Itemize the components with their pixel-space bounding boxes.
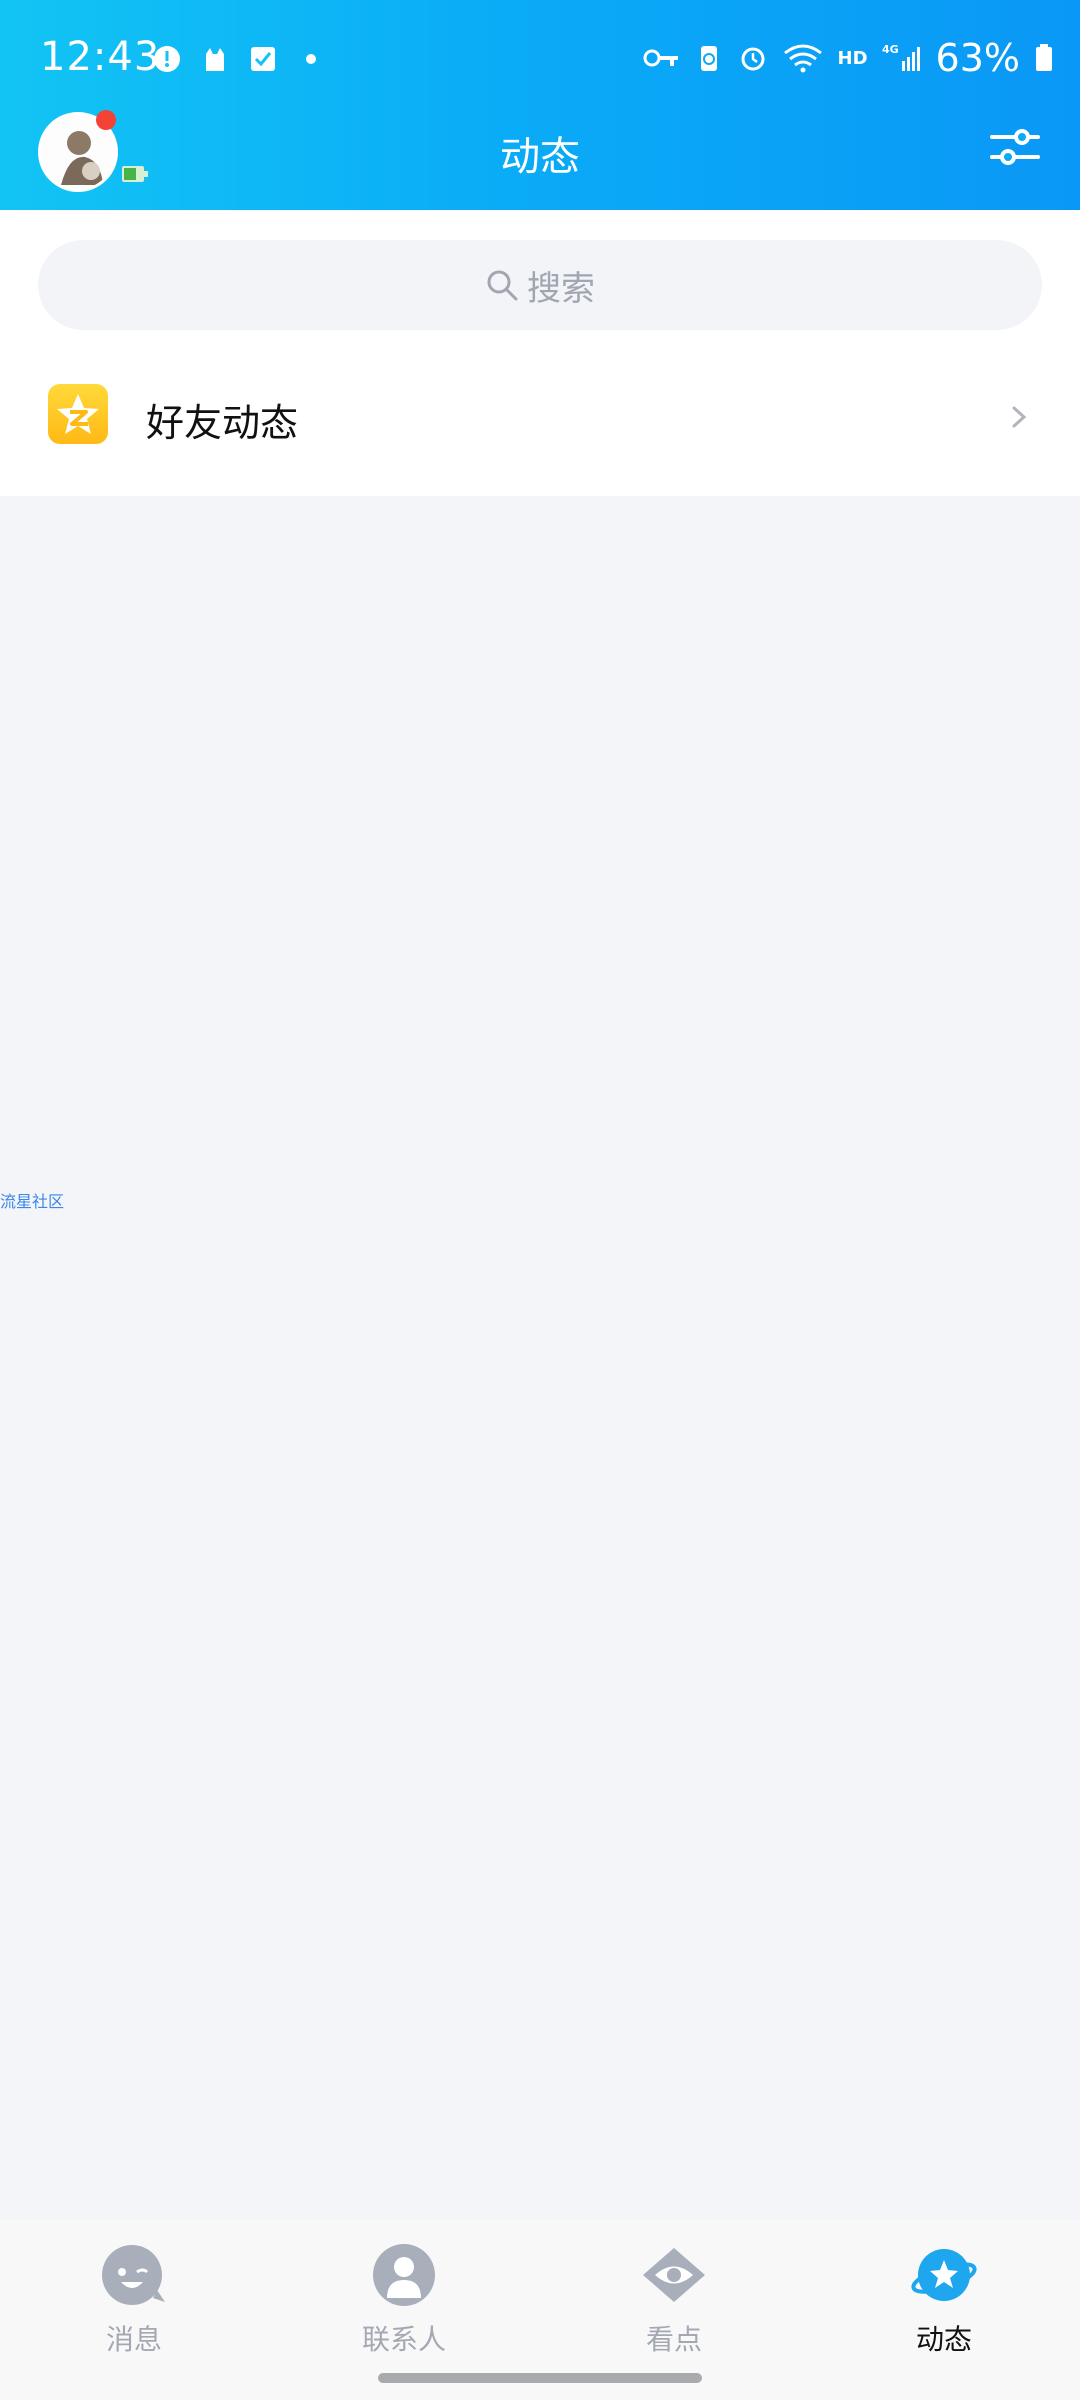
battery-icon — [1036, 44, 1052, 71]
side-link-meteor-community[interactable]: 流星社区 — [0, 1188, 64, 1212]
search-placeholder: 搜索 — [527, 268, 595, 309]
search-bar[interactable]: 搜索 — [38, 240, 1042, 330]
header: 12:43 HD 4G 63% 动态 — [0, 0, 1080, 210]
eye-icon — [643, 2248, 705, 2302]
home-indicator[interactable] — [378, 2373, 702, 2383]
page-title: 动态 — [500, 134, 580, 180]
signal-icon: 4G — [882, 43, 920, 71]
tab-contacts[interactable]: 联系人 — [304, 2242, 504, 2358]
battery-percent: 63% — [935, 36, 1020, 80]
alert-icon — [154, 46, 180, 72]
status-time: 12:43 — [40, 34, 161, 80]
tab-moments[interactable]: 动态 — [844, 2242, 1044, 2358]
list-item-friend-feed[interactable]: 好友动态 — [0, 358, 1080, 494]
hd-indicator: HD — [837, 47, 868, 69]
chevron-right-icon — [1012, 406, 1027, 428]
status-right-icons: HD 4G 63% — [642, 36, 1054, 80]
svg-text:4G: 4G — [882, 43, 899, 56]
tab-highlights[interactable]: 看点 — [574, 2242, 774, 2358]
key-icon — [643, 49, 678, 67]
list-item-label: 好友动态 — [146, 401, 299, 445]
checkbox-icon — [251, 47, 275, 71]
message-face-icon — [102, 2245, 165, 2305]
qzone-star-icon — [48, 384, 108, 444]
alarm-icon — [741, 47, 765, 71]
app-bar: 动态 — [0, 100, 1080, 210]
tab-label: 动态 — [915, 2323, 972, 2356]
planet-star-icon — [911, 2249, 977, 2301]
tab-label: 看点 — [645, 2323, 702, 2356]
recycle-battery-icon — [700, 46, 717, 71]
tab-label: 消息 — [105, 2323, 162, 2356]
cat-icon — [206, 48, 224, 71]
search-icon — [487, 270, 518, 301]
contact-person-icon — [373, 2244, 435, 2306]
tab-label: 联系人 — [361, 2323, 446, 2356]
tab-messages[interactable]: 消息 — [34, 2242, 234, 2358]
content-panel: 搜索 好友动态 — [0, 210, 1080, 496]
filter-sliders-icon[interactable] — [988, 120, 1042, 174]
status-left-icons — [152, 44, 326, 74]
dot-icon — [306, 54, 316, 64]
wifi-icon — [783, 44, 822, 73]
